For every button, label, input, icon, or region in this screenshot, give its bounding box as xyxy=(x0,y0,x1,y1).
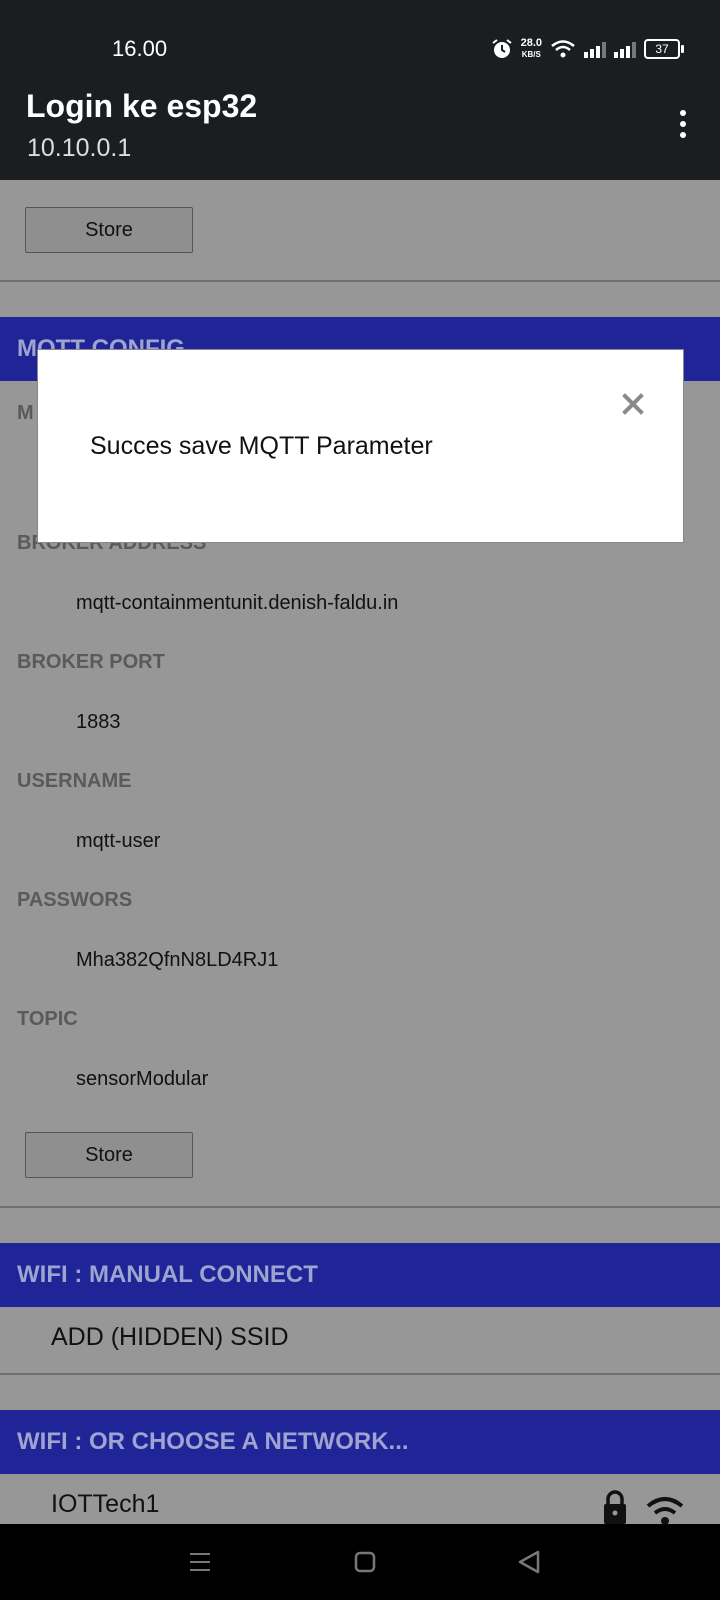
wifi-status-icon xyxy=(551,40,575,58)
dialog-message: Succes save MQTT Parameter xyxy=(90,432,433,460)
home-icon[interactable] xyxy=(345,1544,385,1580)
store-button-top[interactable]: Store xyxy=(25,207,193,253)
wifi-manual-header: WIFI : MANUAL CONNECT xyxy=(0,1243,720,1307)
password-field[interactable]: Mha382QfnN8LD4RJ1 xyxy=(76,949,278,972)
topic-field[interactable]: sensorModular xyxy=(76,1068,208,1091)
store-button-mqtt[interactable]: Store xyxy=(25,1132,193,1178)
status-icons: 28.0 KB/S 37 xyxy=(491,36,684,62)
password-label: PASSWORS xyxy=(17,889,133,911)
broker-port-field[interactable]: 1883 xyxy=(76,711,121,734)
recent-apps-icon[interactable] xyxy=(180,1544,220,1580)
username-field[interactable]: mqtt-user xyxy=(76,830,160,853)
list-item-label: ADD (HIDDEN) SSID xyxy=(51,1323,289,1351)
alarm-icon xyxy=(491,39,512,58)
broker-port-label: BROKER PORT xyxy=(17,651,165,673)
overflow-menu-icon[interactable] xyxy=(678,110,688,142)
battery-icon: 37 xyxy=(644,39,684,59)
status-time: 16.00 xyxy=(112,36,168,61)
divider xyxy=(0,280,720,282)
wifi-choose-header: WIFI : OR CHOOSE A NETWORK... xyxy=(0,1410,720,1474)
field-label-partial: M xyxy=(17,402,34,424)
back-icon[interactable] xyxy=(510,1544,550,1580)
wifi-signal-icon xyxy=(646,1497,684,1525)
topic-label: TOPIC xyxy=(17,1008,78,1030)
divider xyxy=(0,1373,720,1375)
network-ssid: IOTTech1 xyxy=(51,1490,160,1518)
signal-2-icon xyxy=(614,40,636,58)
divider xyxy=(0,1206,720,1208)
broker-address-field[interactable]: mqtt-containmentunit.denish-faldu.in xyxy=(76,592,398,615)
page-title: Login ke esp32 xyxy=(26,88,258,124)
lock-icon xyxy=(604,1490,626,1524)
close-icon[interactable] xyxy=(619,390,647,418)
network-speed: 28.0 KB/S xyxy=(520,37,542,60)
app-bar: Login ke esp32 10.10.0.1 xyxy=(0,88,720,180)
system-nav-bar xyxy=(0,1524,720,1600)
status-bar: 16.00 28.0 KB/S 37 xyxy=(0,0,720,96)
page-subtitle: 10.10.0.1 xyxy=(27,134,132,162)
signal-1-icon xyxy=(584,40,606,58)
username-label: USERNAME xyxy=(17,770,132,792)
success-dialog: Succes save MQTT Parameter xyxy=(37,349,684,543)
add-hidden-ssid-item[interactable]: ADD (HIDDEN) SSID xyxy=(0,1307,720,1373)
